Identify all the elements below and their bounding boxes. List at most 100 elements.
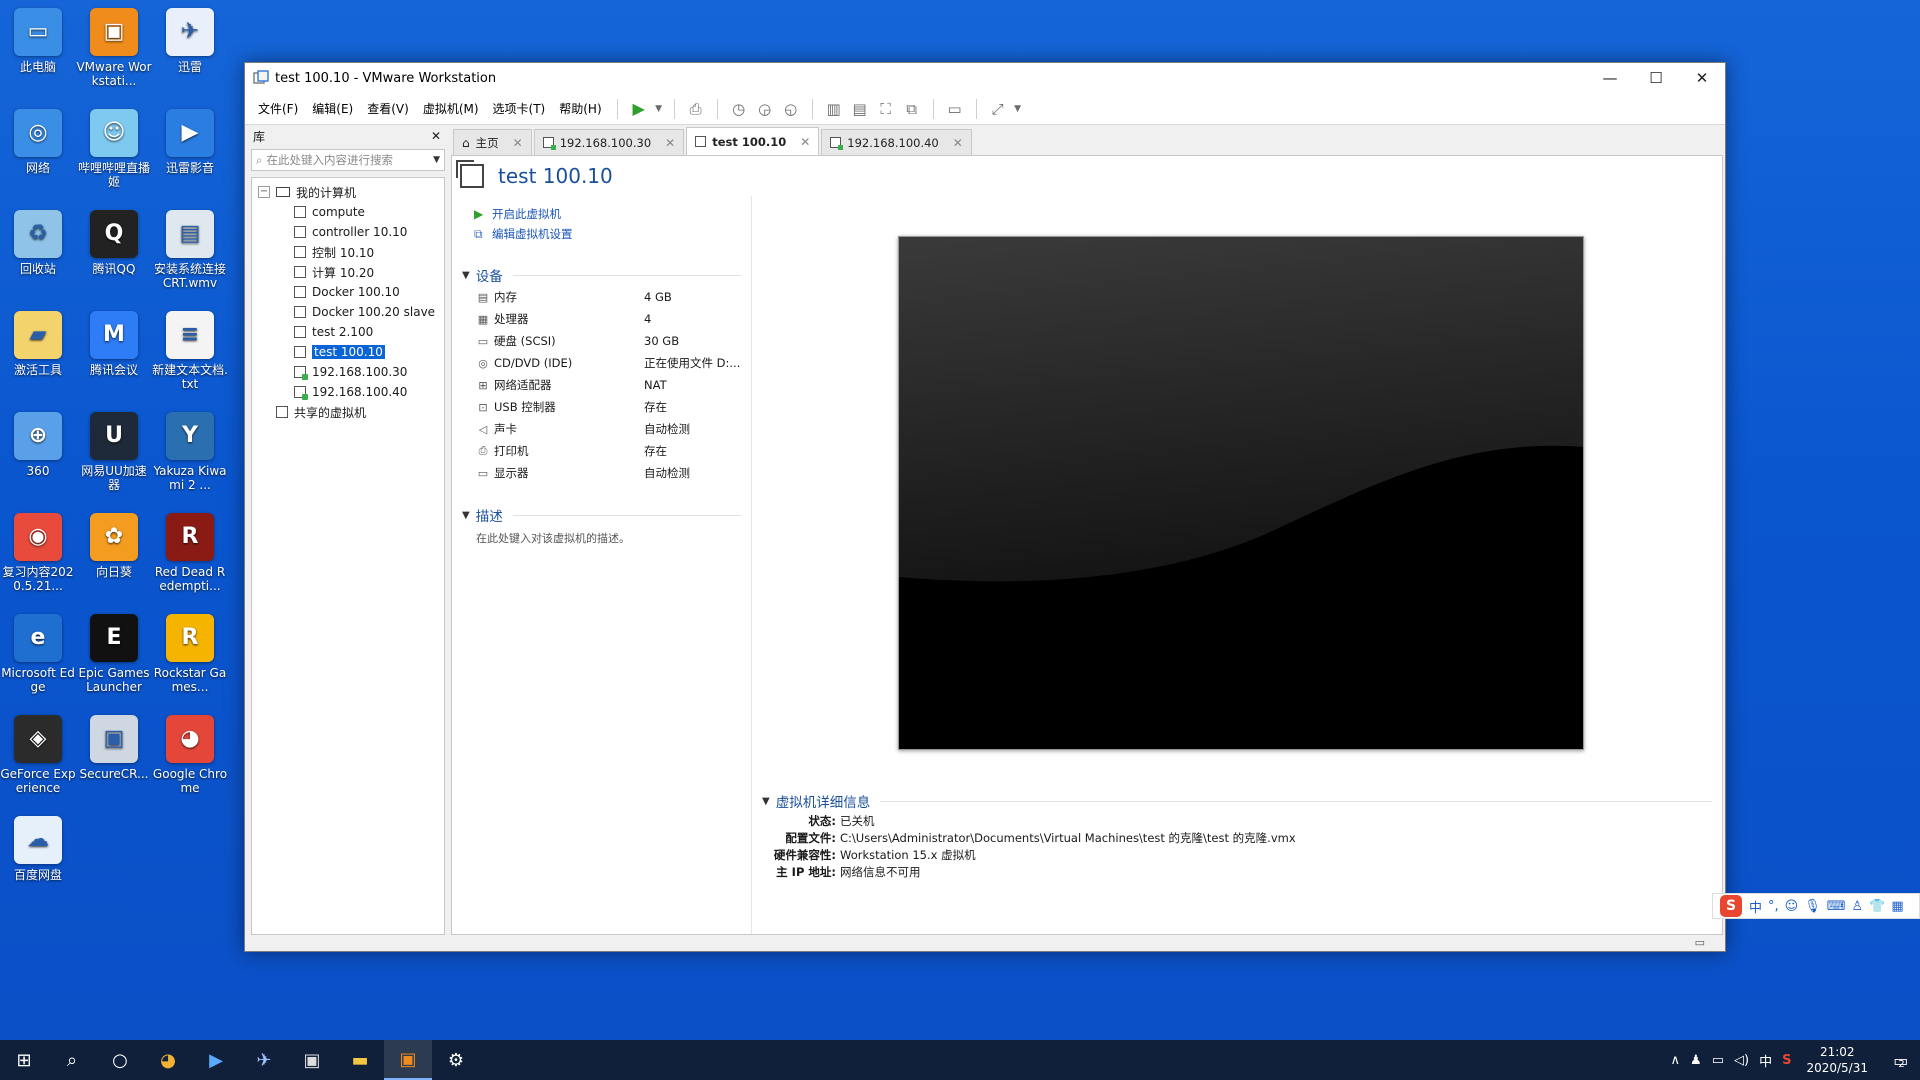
vm-screen-preview[interactable] [898,236,1584,750]
user-icon[interactable]: ♙ [1852,899,1864,914]
desktop-icon-tencent-meeting[interactable]: M 腾讯会议 [76,311,152,377]
stretch-guest-icon[interactable]: ⤢ [985,96,1011,122]
desktop-icon-recycle-bin[interactable]: ♻ 回收站 [0,210,76,276]
library-vm-item[interactable]: test 2.100 [252,322,444,342]
thumbnail-bar-icon[interactable]: ▤ [847,96,873,122]
tab-home[interactable]: ⌂ 主页 ✕ [453,129,532,155]
start-windows-icon[interactable]: ⊞ [0,1040,48,1080]
vmware-taskbar-icon[interactable]: ▣ [384,1040,432,1080]
unity-icon[interactable]: ⧉ [899,96,925,122]
fullscreen-icon[interactable]: ⛶ [873,96,899,122]
desktop-icon-this-pc[interactable]: ▭ 此电脑 [0,8,76,74]
device-row[interactable]: ◎ CD/DVD (IDE) 正在使用文件 D:... [452,352,751,374]
close-icon[interactable]: ✕ [513,136,523,150]
snapshot-icon[interactable]: ◷ [726,96,752,122]
power-on-vm-link[interactable]: ▶ 开启此虚拟机 [452,204,751,224]
xunlei-taskbar-icon[interactable]: ✈ [240,1040,288,1080]
close-icon[interactable]: ✕ [665,136,675,150]
chevron-down-icon[interactable]: ▼ [1011,96,1025,122]
library-vm-item[interactable]: Docker 100.20 slave [252,302,444,322]
desktop-icon-microsoft-edge[interactable]: e Microsoft Edge [0,614,76,694]
ime-toolbar[interactable]: S 中 °, ☺ 🎙 ⌨ ♙ 👕 ▦ [1712,893,1920,919]
snapshot-manager-icon[interactable]: ◵ [778,96,804,122]
desktop-icon-xunlei[interactable]: ✈ 迅雷 [152,8,228,74]
menu-view[interactable]: 查看(V) [360,100,416,117]
desktop-icon-new-text-doc[interactable]: ≡ 新建文本文档.txt [152,311,228,391]
close-button[interactable]: ✕ [1679,63,1725,93]
desktop-icon-rockstar-games[interactable]: R Rockstar Games... [152,614,228,694]
desktop-icon-red-dead[interactable]: R Red Dead Redempti... [152,513,228,593]
menu-edit[interactable]: 编辑(E) [305,100,360,117]
device-row[interactable]: ▭ 显示器 自动检测 [452,462,751,484]
desktop-icon-network[interactable]: ◎ 网络 [0,109,76,175]
send-ctrl-alt-del-icon[interactable]: ⎙ [683,96,709,122]
tab-vm[interactable]: 192.168.100.30 ✕ [533,129,685,155]
desktop-icon-baidu-netdisk[interactable]: ☁ 百度网盘 [0,816,76,882]
microphone-icon[interactable]: 🎙 [1804,899,1821,914]
desktop-icon-crt-video[interactable]: ▤ 安装系统连接CRT.wmv [152,210,228,290]
device-row[interactable]: ▭ 硬盘 (SCSI) 30 GB [452,330,751,352]
library-vm-item[interactable]: Docker 100.10 [252,282,444,302]
desktop-icon-vmware-workstation[interactable]: ▣ VMware Workstati... [76,8,152,88]
punctuation-icon[interactable]: °, [1768,899,1779,914]
desktop-icon-review-content[interactable]: ◉ 复习内容2020.5.21... [0,513,76,593]
power-on-icon[interactable]: ▶ [626,96,652,122]
keyboard-icon[interactable]: ⌨ [1827,899,1846,914]
minimize-button[interactable]: — [1587,63,1633,93]
desktop-icon-netease-uu[interactable]: U 网易UU加速器 [76,412,152,492]
desktop-icon-epic-games[interactable]: E Epic Games Launcher [76,614,152,694]
desktop-icon-geforce-experience[interactable]: ◈ GeForce Experience [0,715,76,795]
ime-language[interactable]: 中 [1749,897,1762,916]
close-icon[interactable]: ✕ [431,129,441,143]
desktop-icon-bilibili-live[interactable]: ☺ 哔哩哔哩直播姬 [76,109,152,189]
library-search-input[interactable]: ⌕ 在此处键入内容进行搜索 ▼ [251,149,445,171]
message-log-icon[interactable]: ▭ [1695,936,1705,949]
revert-snapshot-icon[interactable]: ◶ [752,96,778,122]
settings-gear-icon[interactable]: ⚙ [432,1040,480,1080]
library-vm-item[interactable]: 192.168.100.40 [252,382,444,402]
edit-vm-settings-link[interactable]: ⧉ 编辑虚拟机设置 [452,224,751,244]
menu-vm[interactable]: 虚拟机(M) [416,100,486,117]
chrome-taskbar-icon[interactable]: ◕ [144,1040,192,1080]
device-row[interactable]: ⊡ USB 控制器 存在 [452,396,751,418]
cortana-icon[interactable]: ○ [96,1040,144,1080]
library-vm-item[interactable]: 计算 10.20 [252,262,444,282]
device-row[interactable]: ⎙ 打印机 存在 [452,440,751,462]
menu-help[interactable]: 帮助(H) [552,100,608,117]
file-explorer-taskbar-icon[interactable]: ▬ [336,1040,384,1080]
details-section-toggle[interactable]: ▼ 虚拟机详细信息 [762,790,1722,812]
desktop-icon-securecrt[interactable]: ▣ SecureCR... [76,715,152,781]
device-row[interactable]: ▦ 处理器 4 [452,308,751,330]
volume-icon[interactable]: ◁) [1729,1053,1754,1068]
tab-vm[interactable]: 192.168.100.40 ✕ [821,129,972,155]
console-icon[interactable]: ▭ [942,96,968,122]
show-hidden-icons-icon[interactable]: ∧ [1666,1053,1686,1068]
library-vm-item[interactable]: compute [252,202,444,222]
description-field[interactable]: 在此处键入对该虚拟机的描述。 [452,530,751,546]
desktop-icon-google-chrome[interactable]: ◕ Google Chrome [152,715,228,795]
library-vm-item[interactable]: 192.168.100.30 [252,362,444,382]
emoji-icon[interactable]: ☺ [1785,899,1799,914]
skin-icon[interactable]: 👕 [1869,899,1885,914]
network-icon[interactable]: ▭ [1707,1053,1729,1068]
close-icon[interactable]: ✕ [953,136,963,150]
tab-vm[interactable]: test 100.10 ✕ [686,127,820,155]
xunlei-player-taskbar-icon[interactable]: ▶ [192,1040,240,1080]
tree-root-my-computer[interactable]: − 我的计算机 [252,182,444,202]
desktop-icon-yakuza-kiwami[interactable]: Y Yakuza Kiwami 2 ... [152,412,228,492]
media-taskbar-icon[interactable]: ▣ [288,1040,336,1080]
device-row[interactable]: ▤ 内存 4 GB [452,286,751,308]
search-icon[interactable]: ⌕ [48,1040,96,1080]
device-row[interactable]: ◁ 声卡 自动检测 [452,418,751,440]
desktop-icon-tencent-qq[interactable]: Q 腾讯QQ [76,210,152,276]
maximize-button[interactable]: ☐ [1633,63,1679,93]
tree-shared-vms[interactable]: 共享的虚拟机 [252,402,444,422]
chevron-down-icon[interactable]: ▼ [652,96,666,122]
toolbox-icon[interactable]: ▦ [1891,899,1903,914]
chevron-down-icon[interactable]: ▼ [433,155,440,165]
library-vm-item[interactable]: 控制 10.10 [252,242,444,262]
sogou-tray-icon[interactable]: S [1777,1053,1796,1068]
show-library-icon[interactable]: ▥ [821,96,847,122]
device-row[interactable]: ⊞ 网络适配器 NAT [452,374,751,396]
desktop-icon-xunlei-player[interactable]: ▶ 迅雷影音 [152,109,228,175]
